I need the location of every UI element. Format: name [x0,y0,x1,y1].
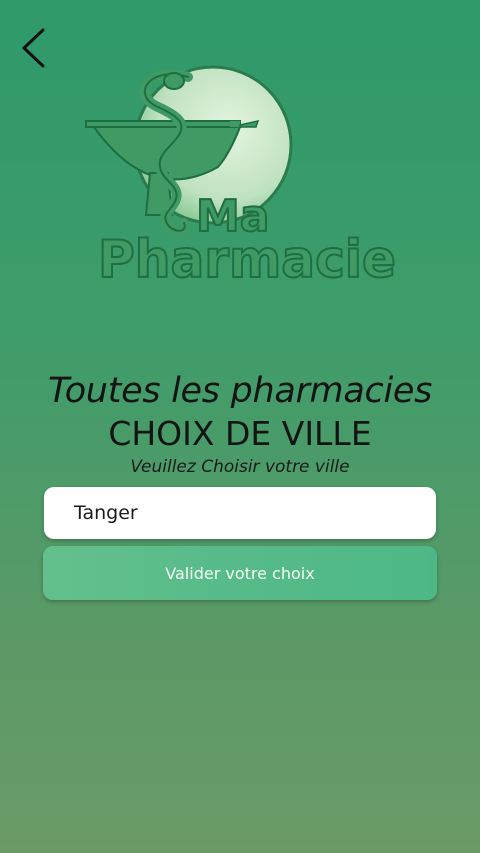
back-button[interactable] [14,24,54,72]
city-select[interactable]: Tanger [44,487,436,539]
logo-text-pharmacie: Pharmacie [98,230,396,290]
title-all-pharmacies: Toutes les pharmacies [47,371,433,408]
page-subtitle: Veuillez Choisir votre ville [130,457,350,477]
chevron-left-icon [22,28,45,68]
city-select-value: Tanger [74,502,138,524]
page-title: CHOIX DE VILLE [108,414,372,453]
submit-button-label: Valider votre choix [165,563,315,583]
submit-button[interactable]: Valider votre choix [43,546,437,600]
app-logo: Ma Pharmacie [80,55,410,295]
